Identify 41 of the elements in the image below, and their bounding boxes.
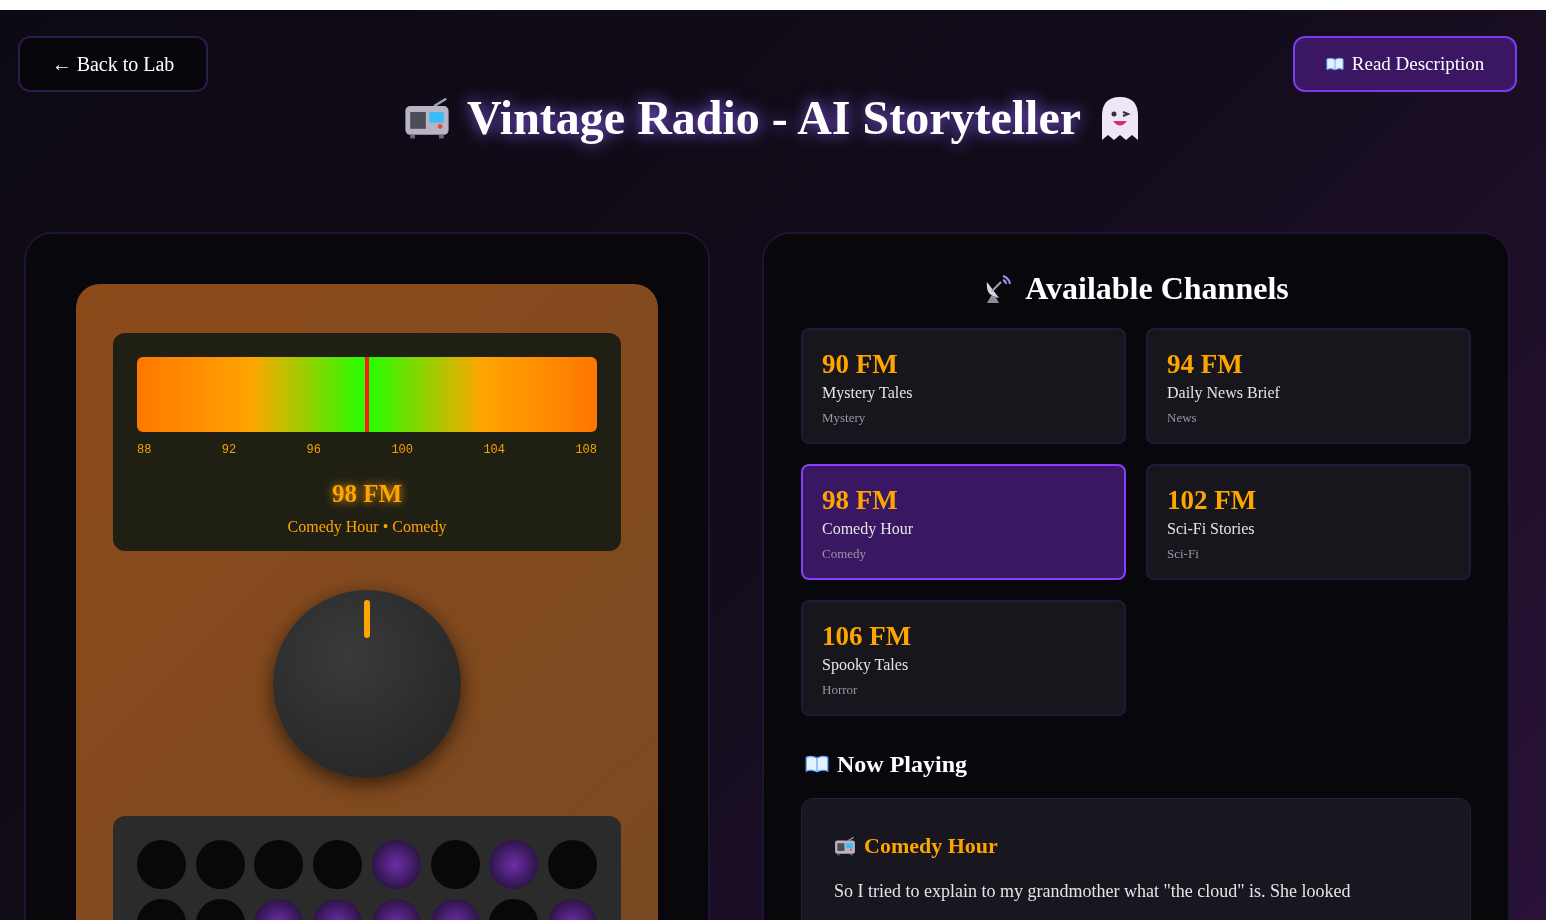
channel-frequency: 90 FM — [822, 348, 898, 380]
channel-frequency: 94 FM — [1167, 348, 1243, 380]
now-playing-heading: Now Playing — [837, 750, 967, 779]
frequency-readout: 98 FM — [330, 479, 404, 509]
dial-tick-label: 104 — [483, 442, 505, 459]
channel-genre: Comedy — [822, 545, 867, 563]
station-info: Comedy Hour • Comedy — [286, 516, 448, 538]
dial-tick-label: 108 — [575, 442, 597, 459]
dial-tick-label: 88 — [137, 442, 152, 459]
channel-name: Sci-Fi Stories — [1167, 519, 1255, 539]
channel-genre: Mystery — [822, 409, 866, 427]
dial-tick-label: 92 — [221, 442, 237, 459]
channel-card[interactable]: 94 FM Daily News Brief News — [1146, 328, 1471, 444]
knob-indicator — [364, 600, 370, 638]
book-icon — [1325, 57, 1344, 71]
channel-card[interactable]: 90 FM Mystery Tales Mystery — [801, 328, 1126, 444]
read-description-button[interactable]: Read Description — [1293, 36, 1517, 92]
channel-card[interactable]: 106 FM Spooky Tales Horror — [801, 600, 1126, 716]
channel-card[interactable]: 102 FM Sci-Fi Stories Sci-Fi — [1146, 464, 1471, 580]
channel-genre: News — [1167, 409, 1197, 427]
channel-frequency: 98 FM — [822, 484, 898, 516]
channel-frequency: 106 FM — [822, 620, 912, 652]
book-icon — [805, 755, 829, 773]
channels-heading: Available Channels — [1025, 269, 1289, 308]
channel-frequency: 102 FM — [1167, 484, 1257, 516]
channel-name: Spooky Tales — [822, 655, 909, 676]
channel-name: Daily News Brief — [1167, 383, 1280, 404]
channel-genre: Sci-Fi — [1167, 545, 1199, 563]
tuning-knob[interactable] — [273, 590, 461, 778]
dial-tick-label: 100 — [391, 442, 413, 459]
back-button[interactable]: ← Back to Lab — [18, 36, 208, 92]
dial-tick-label: 96 — [306, 442, 321, 459]
story-text: So I tried to explain to my grandmother what "the cloud" is. She looked — [834, 880, 1352, 903]
channel-card[interactable]: 98 FM Comedy Hour Comedy — [801, 464, 1126, 580]
page-title: Vintage Radio - AI Storyteller — [466, 90, 1082, 146]
radio-icon — [834, 835, 856, 856]
channel-name: Comedy Hour — [822, 519, 914, 540]
channel-name: Mystery Tales — [822, 383, 913, 404]
channel-genre: Horror — [822, 681, 858, 699]
story-title: Comedy Hour — [864, 832, 998, 860]
radio-icon — [402, 96, 451, 140]
